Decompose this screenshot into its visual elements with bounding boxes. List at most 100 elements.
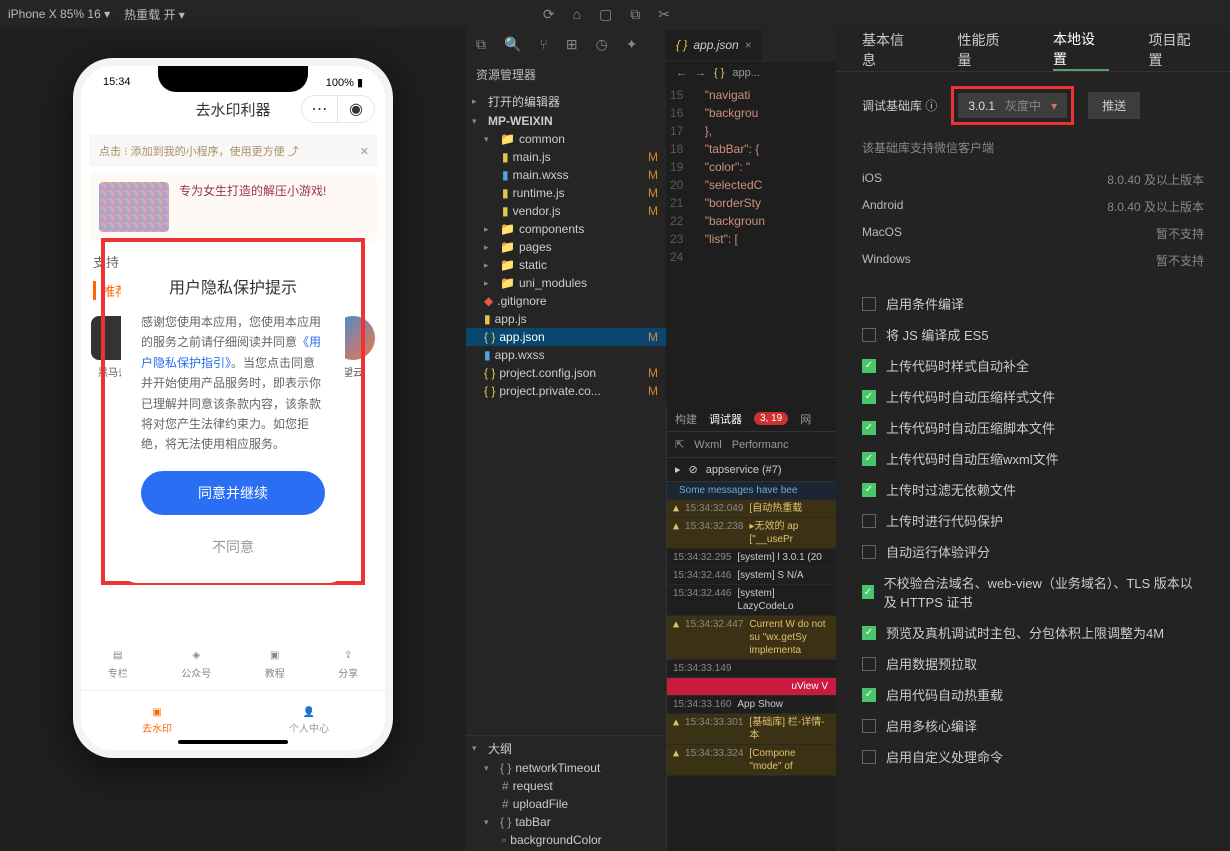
tab-local[interactable]: 本地设置 xyxy=(1053,28,1109,71)
setting-checkbox[interactable]: ✓上传代码时自动压缩脚本文件 xyxy=(836,412,1230,443)
checkbox-icon[interactable] xyxy=(862,545,876,559)
setting-checkbox[interactable]: ✓预览及真机调试时主包、分包体积上限调整为4M xyxy=(836,617,1230,648)
search-icon[interactable]: 🔍 xyxy=(504,36,521,53)
separate-icon[interactable]: ⧉ xyxy=(630,6,640,23)
setting-checkbox[interactable]: 启用自定义处理命令 xyxy=(836,741,1230,772)
checkbox-icon[interactable] xyxy=(862,750,876,764)
checkbox-icon[interactable]: ✓ xyxy=(862,421,876,435)
setting-checkbox[interactable]: 启用条件编译 xyxy=(836,288,1230,319)
setting-checkbox[interactable]: 启用多核心编译 xyxy=(836,710,1230,741)
setting-checkbox[interactable]: ✓上传时过滤无依赖文件 xyxy=(836,474,1230,505)
outline-section[interactable]: ▾大纲 xyxy=(466,738,666,759)
device-selector[interactable]: iPhone X 85% 16 ▾ xyxy=(8,7,110,21)
setting-checkbox[interactable]: ✓上传代码时自动压缩样式文件 xyxy=(836,381,1230,412)
push-button[interactable]: 推送 xyxy=(1088,92,1140,119)
tab-basic[interactable]: 基本信息 xyxy=(862,28,918,71)
breadcrumb[interactable]: ← → { }app... xyxy=(666,62,836,84)
more-icon[interactable]: ⋯ xyxy=(302,96,338,122)
setting-checkbox[interactable]: 自动运行体验评分 xyxy=(836,536,1230,567)
log-line: Some messages have bee xyxy=(667,482,836,500)
target-icon[interactable]: ◉ xyxy=(338,96,374,122)
refresh-icon[interactable]: ⟳ xyxy=(543,6,555,23)
block-icon[interactable]: ⊘ xyxy=(689,463,698,476)
tab-app-json[interactable]: { }app.json× xyxy=(666,30,762,60)
forward-icon[interactable]: → xyxy=(695,67,706,79)
setting-checkbox[interactable]: 将 JS 编译成 ES5 xyxy=(836,319,1230,350)
file-gitignore[interactable]: ◆.gitignore xyxy=(466,292,666,310)
outline-bgcolor[interactable]: ▫backgroundColor xyxy=(466,831,666,849)
play-icon[interactable]: ▸ xyxy=(675,463,681,476)
close-icon[interactable]: ✕ xyxy=(360,145,369,158)
file-project-private[interactable]: { }project.private.co...M xyxy=(466,382,666,400)
close-icon[interactable]: × xyxy=(745,38,752,52)
root-folder[interactable]: ▾MP-WEIXIN xyxy=(466,112,666,130)
agree-button[interactable]: 同意并继续 xyxy=(141,471,325,515)
checkbox-icon[interactable]: ✓ xyxy=(862,359,876,373)
version-dropdown[interactable]: 3.0.1 灰度中 ▾ xyxy=(958,93,1067,118)
outline-upload[interactable]: #uploadFile xyxy=(466,795,666,813)
checkbox-icon[interactable]: ✓ xyxy=(862,585,874,599)
setting-checkbox[interactable]: 启用数据预拉取 xyxy=(836,648,1230,679)
outline-request[interactable]: #request xyxy=(466,777,666,795)
folder-pages[interactable]: ▸📁pages xyxy=(466,238,666,256)
file-main-js[interactable]: ▮main.jsM xyxy=(466,148,666,166)
file-main-wxss[interactable]: ▮main.wxssM xyxy=(466,166,666,184)
checkbox-icon[interactable]: ✓ xyxy=(862,688,876,702)
nav-share[interactable]: ⇪分享 xyxy=(338,650,358,680)
device-icon[interactable]: ▢ xyxy=(599,6,612,23)
folder-static[interactable]: ▸📁static xyxy=(466,256,666,274)
checkbox-icon[interactable] xyxy=(862,657,876,671)
setting-checkbox[interactable]: ✓不校验合法域名、web-view（业务域名）、TLS 版本以及 HTTPS 证… xyxy=(836,567,1230,617)
file-app-wxss[interactable]: ▮app.wxss xyxy=(466,346,666,364)
inspect-icon[interactable]: ⇱ xyxy=(675,438,684,451)
files-icon[interactable]: ⧉ xyxy=(476,36,486,53)
folder-common[interactable]: ▾📁common xyxy=(466,130,666,148)
file-app-json[interactable]: { }app.jsonM xyxy=(466,328,666,346)
grid-icon[interactable]: ⊞ xyxy=(566,36,578,53)
outline-tabbar[interactable]: ▾{ }tabBar xyxy=(466,813,666,831)
open-editors-section[interactable]: ▸打开的编辑器 xyxy=(466,91,666,112)
setting-checkbox[interactable]: 上传时进行代码保护 xyxy=(836,505,1230,536)
nav-tutorial[interactable]: ▣教程 xyxy=(265,650,285,680)
file-vendor-js[interactable]: ▮vendor.jsM xyxy=(466,202,666,220)
clock-icon[interactable]: ◷ xyxy=(596,36,608,53)
reject-button[interactable]: 不同意 xyxy=(141,527,325,567)
capsule-buttons[interactable]: ⋯◉ xyxy=(301,95,375,123)
branch-icon[interactable]: ⑂ xyxy=(539,36,547,52)
tab-performance[interactable]: Performanc xyxy=(732,439,789,451)
outline-network[interactable]: ▾{ }networkTimeout xyxy=(466,759,666,777)
tab-wxml[interactable]: Wxml xyxy=(694,439,722,451)
checkbox-icon[interactable]: ✓ xyxy=(862,483,876,497)
hot-reload-toggle[interactable]: 热重载 开 ▾ xyxy=(124,6,185,23)
setting-checkbox[interactable]: ✓启用代码自动热重载 xyxy=(836,679,1230,710)
sparkle-icon[interactable]: ✦ xyxy=(626,36,638,53)
setting-checkbox[interactable]: ✓上传代码时样式自动补全 xyxy=(836,350,1230,381)
promo-card[interactable]: 专为女生打造的解压小游戏! xyxy=(89,172,377,242)
checkbox-icon[interactable] xyxy=(862,297,876,311)
file-runtime-js[interactable]: ▮runtime.jsM xyxy=(466,184,666,202)
folder-uni-modules[interactable]: ▸📁uni_modules xyxy=(466,274,666,292)
setting-checkbox[interactable]: ✓上传代码时自动压缩wxml文件 xyxy=(836,443,1230,474)
file-project-config[interactable]: { }project.config.jsonM xyxy=(466,364,666,382)
checkbox-icon[interactable]: ✓ xyxy=(862,626,876,640)
tab-perf[interactable]: 性能质量 xyxy=(958,28,1014,71)
tab-network[interactable]: 网 xyxy=(800,411,811,427)
checkbox-icon[interactable]: ✓ xyxy=(862,390,876,404)
checkbox-icon[interactable] xyxy=(862,328,876,342)
checkbox-icon[interactable]: ✓ xyxy=(862,452,876,466)
checkbox-icon[interactable] xyxy=(862,514,876,528)
nav-column[interactable]: ▤专栏 xyxy=(108,650,128,680)
log-line: 15:34:32.446[system] LazyCodeLo xyxy=(667,585,836,616)
tab-project[interactable]: 项目配置 xyxy=(1149,28,1205,71)
cut-icon[interactable]: ✂ xyxy=(658,6,670,23)
folder-components[interactable]: ▸📁components xyxy=(466,220,666,238)
tab-debugger[interactable]: 调试器 xyxy=(709,411,742,427)
add-banner[interactable]: 点击 ⁝ 添加到我的小程序，使用更方便 ⤴ ✕ xyxy=(89,135,377,167)
back-icon[interactable]: ← xyxy=(676,67,687,79)
status-time: 15:34 xyxy=(103,76,131,89)
checkbox-icon[interactable] xyxy=(862,719,876,733)
nav-wechat[interactable]: ◈公众号 xyxy=(181,650,211,680)
home-icon[interactable]: ⌂ xyxy=(573,6,581,23)
file-app-js[interactable]: ▮app.js xyxy=(466,310,666,328)
tab-build[interactable]: 构建 xyxy=(675,411,697,427)
